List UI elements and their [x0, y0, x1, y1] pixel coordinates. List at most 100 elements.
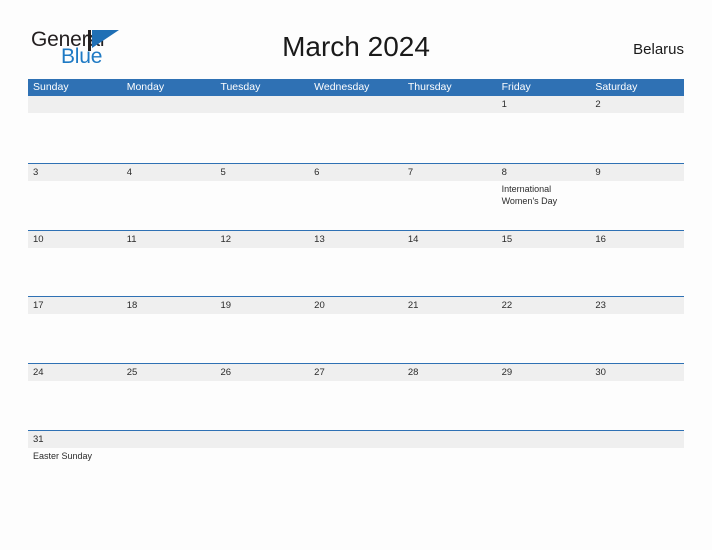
date-band [590, 430, 685, 448]
date-number: 5 [220, 166, 226, 178]
calendar-day-cell[interactable]: 20 [309, 297, 403, 363]
page-title: March 2024 [282, 31, 430, 62]
date-number: 18 [126, 300, 138, 312]
date-number: 4 [126, 166, 133, 178]
calendar-day-cell[interactable]: 7 [402, 163, 497, 230]
calendar-day-cell-empty [309, 96, 403, 163]
calendar-day-cell[interactable]: 21 [402, 297, 497, 363]
date-number: 8 [501, 166, 507, 178]
calendar-day-cell-empty [402, 96, 497, 163]
dow-tuesday: Tuesday [220, 81, 261, 93]
date-number: 20 [314, 300, 325, 312]
calendar-day-cell[interactable]: 19 [215, 297, 310, 363]
date-number: 19 [220, 300, 232, 312]
calendar-day-cell[interactable]: 12 [215, 230, 310, 297]
date-number: 11 [126, 233, 137, 245]
calendar-week-row: 12 [28, 96, 685, 163]
calendar-day-cell[interactable]: 31 Easter Sunday [28, 430, 122, 497]
country-label: Belarus [633, 41, 684, 58]
calendar-day-cell[interactable]: 3 [28, 163, 122, 230]
calendar-day-cell-empty [28, 96, 122, 163]
week-cells: 3 4 5 6 7 8 International Women's Day 9 [28, 163, 685, 230]
week-cells: 12 [28, 96, 685, 163]
calendar-day-cell[interactable]: 2 [590, 96, 685, 163]
calendar-day-cell[interactable]: 6 [309, 163, 403, 230]
date-band [402, 96, 497, 113]
calendar-day-cell[interactable]: 26 [215, 364, 310, 430]
date-number: 31 [33, 433, 44, 445]
week-cells: 10 11 12 13 14 15 16 [28, 230, 685, 297]
date-number: 15 [501, 233, 513, 245]
calendar-day-cell[interactable]: 15 [496, 230, 591, 297]
calendar-day-cell[interactable]: 28 [402, 364, 497, 430]
calendar-day-cell[interactable]: 5 [215, 163, 310, 230]
calendar-day-cell[interactable]: 13 [309, 230, 403, 297]
calendar-day-cell[interactable]: 14 [402, 230, 497, 297]
dow-saturday: Saturday [595, 81, 638, 93]
date-number: 26 [220, 367, 232, 379]
date-number: 29 [501, 367, 513, 379]
date-band [121, 96, 216, 113]
week-cells: 31 Easter Sunday [28, 430, 685, 497]
calendar-day-cell[interactable]: 16 [590, 230, 685, 297]
date-band [309, 96, 403, 113]
date-number: 25 [126, 367, 138, 379]
calendar-day-cell-empty [215, 430, 310, 497]
dow-friday: Friday [501, 81, 531, 93]
calendar-day-cell[interactable]: 29 [496, 364, 591, 430]
date-number: 28 [407, 367, 419, 379]
calendar-day-cell-empty [215, 96, 310, 163]
date-number: 27 [314, 367, 325, 379]
calendar-day-cell[interactable]: 1 [496, 96, 591, 163]
calendar-day-cell[interactable]: 10 [28, 230, 122, 297]
date-number: 21 [407, 300, 419, 312]
date-number: 23 [595, 300, 606, 312]
date-number: 9 [595, 166, 601, 178]
calendar-day-cell[interactable]: 23 [590, 297, 685, 363]
calendar-day-cell-empty [121, 96, 216, 163]
date-number: 6 [314, 166, 320, 178]
calendar-day-cell[interactable]: 22 [496, 297, 591, 363]
date-number: 2 [595, 99, 601, 110]
date-number: 7 [407, 166, 414, 178]
date-number: 3 [33, 166, 39, 178]
calendar-day-cell[interactable]: 17 [28, 297, 122, 363]
date-number: 14 [407, 233, 419, 245]
calendar-day-cell[interactable]: 27 [309, 364, 403, 430]
calendar-day-cell-empty [496, 430, 591, 497]
dow-wednesday: Wednesday [314, 81, 370, 93]
date-number: 24 [33, 367, 44, 379]
calendar-day-cell[interactable]: 4 [121, 163, 216, 230]
date-number: 10 [33, 233, 44, 245]
calendar-week-row: 3 4 5 6 7 8 International Women's Day 9 [28, 162, 685, 230]
calendar-day-cell[interactable]: 18 [121, 297, 216, 363]
date-number: 16 [595, 233, 606, 245]
calendar-day-cell[interactable]: 24 [28, 364, 122, 430]
date-band [402, 430, 497, 448]
calendar-day-cell-empty [402, 430, 497, 497]
date-band [215, 96, 310, 113]
date-number: 30 [595, 367, 606, 379]
holiday-event-label: International Women's Day [501, 183, 558, 207]
date-number: 17 [33, 300, 44, 312]
calendar-week-row: 17 18 19 20 21 22 23 [28, 296, 685, 363]
calendar-week-row: 10 11 12 13 14 15 16 [28, 229, 685, 297]
day-of-week-header: Sunday Monday Tuesday Wednesday Thursday… [28, 79, 684, 96]
calendar-day-cell[interactable]: 11 [121, 230, 216, 297]
calendar-week-row: 24 25 26 27 28 29 30 [28, 363, 685, 430]
calendar-weeks: 1 2 3 4 5 6 7 8 International Women's Day 9 10 11 12… [28, 96, 685, 497]
date-band [215, 430, 310, 448]
date-band [121, 430, 216, 448]
calendar-day-cell-empty [309, 430, 403, 497]
date-number: 12 [220, 233, 232, 245]
calendar-day-cell[interactable]: 9 [590, 163, 685, 230]
calendar-grid: Sunday Monday Tuesday Wednesday Thursday… [28, 79, 685, 497]
week-cells: 17 18 19 20 21 22 23 [28, 297, 685, 363]
calendar-day-cell-empty [121, 430, 216, 497]
calendar-day-cell[interactable]: 30 [590, 364, 685, 430]
calendar-day-cell[interactable]: 8 International Women's Day [496, 163, 591, 230]
dow-thursday: Thursday [407, 81, 452, 93]
date-band [309, 430, 403, 448]
calendar-day-cell[interactable]: 25 [121, 364, 216, 430]
calendar-week-row: 31 Easter Sunday [28, 429, 685, 497]
